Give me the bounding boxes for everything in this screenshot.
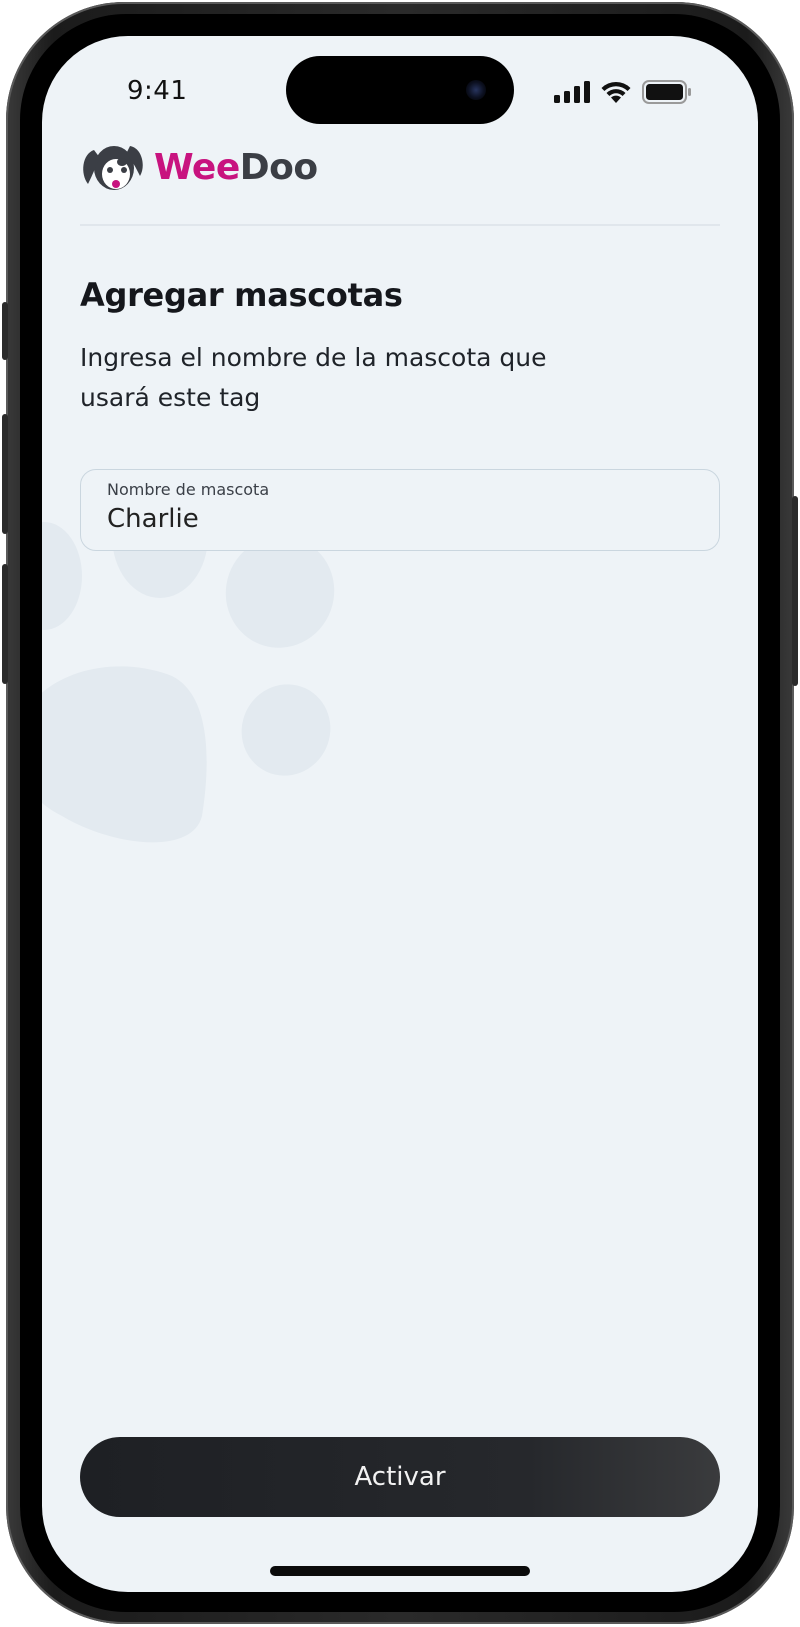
volume-up-button [2,414,8,534]
cellular-signal-icon [554,81,590,103]
paw-print-icon [42,516,335,843]
brand-name-part2: Doo [239,147,318,188]
volume-down-button [2,564,8,684]
activate-button[interactable]: Activar [80,1437,720,1517]
action-button [2,302,8,360]
status-time: 9:41 [127,76,188,106]
brand-name-part1: Wee [154,147,240,188]
page-title: Agregar mascotas [80,276,403,314]
page-description: Ingresa el nombre de la mascota que usar… [80,343,547,412]
pet-name-input[interactable] [107,504,687,534]
pet-name-label: Nombre de mascota [107,480,270,499]
dynamic-island [286,56,514,124]
wifi-icon [601,81,631,103]
home-indicator[interactable] [270,1566,530,1576]
status-icons [554,80,692,104]
header-divider [80,224,720,226]
front-camera [466,80,486,100]
brand-name: WeeDoo [154,150,318,186]
battery-icon [642,80,691,104]
pet-name-field[interactable]: Nombre de mascota [80,469,720,551]
dog-head-icon [83,146,143,190]
brand-logo: WeeDoo [80,140,318,196]
power-button [792,496,798,686]
app-screen: 9:41 WeeDoo Agregar mascotas Ingresa el … [42,36,758,1592]
